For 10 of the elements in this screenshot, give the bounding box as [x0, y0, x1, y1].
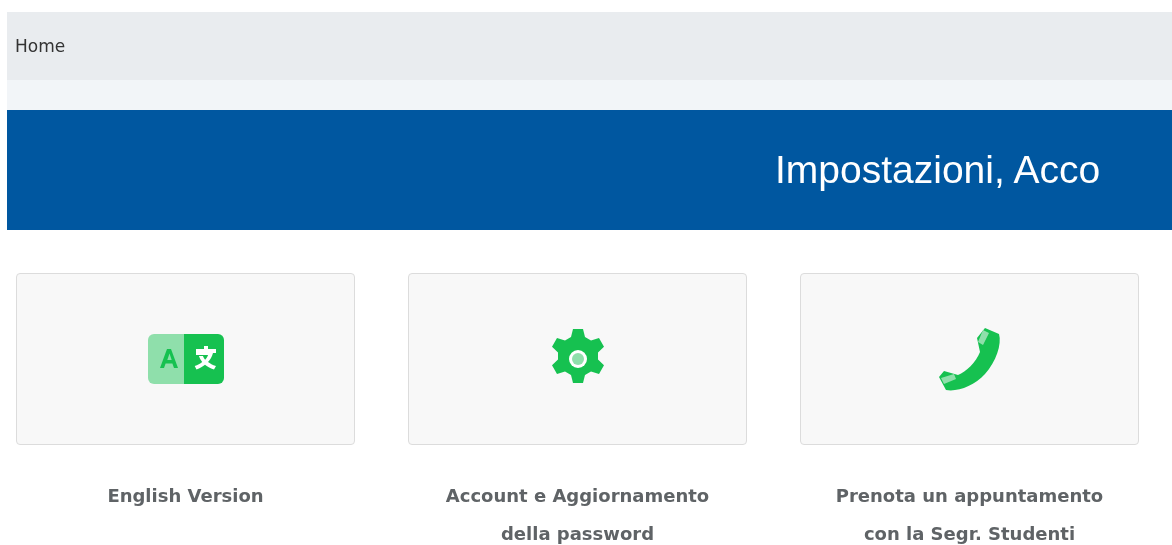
page-title: Impostazioni, Acco	[775, 148, 1101, 192]
phone-icon	[936, 326, 1003, 392]
tile-card[interactable]	[800, 273, 1139, 445]
tile-label[interactable]: Prenota un appuntamento con la Segr. Studenti	[819, 477, 1120, 545]
translate-icon	[147, 334, 224, 384]
breadcrumb-link[interactable]: Home	[15, 36, 66, 56]
tile-card[interactable]	[16, 273, 355, 445]
tile-label[interactable]: Account e Aggiornamento della password	[427, 477, 728, 545]
tile-label[interactable]: English Version	[35, 477, 336, 515]
tile-card[interactable]	[408, 273, 747, 445]
